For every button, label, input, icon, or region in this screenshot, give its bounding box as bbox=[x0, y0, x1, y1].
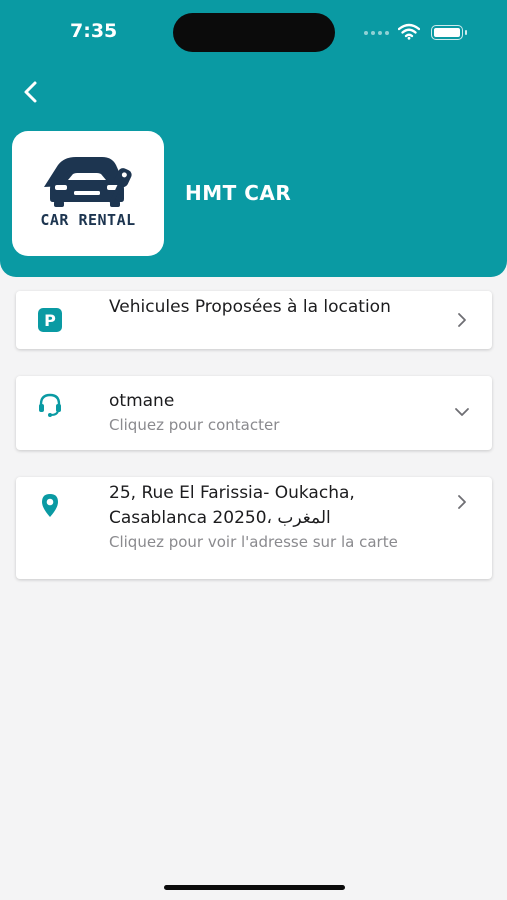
headset-icon bbox=[39, 393, 61, 417]
parking-icon: P bbox=[38, 308, 62, 332]
home-indicator[interactable] bbox=[164, 885, 345, 890]
car-key-icon bbox=[44, 157, 132, 207]
status-time: 7:35 bbox=[70, 20, 118, 42]
company-logo: CAR RENTAL bbox=[12, 131, 164, 256]
chevron-right-icon bbox=[458, 313, 466, 327]
address-subtitle: Cliquez pour voir l'adresse sur la carte bbox=[109, 533, 398, 551]
back-button[interactable] bbox=[18, 78, 46, 106]
vehicles-title: Vehicules Proposées à la location bbox=[109, 297, 391, 317]
address-list-item[interactable]: 25, Rue El Farissia- Oukacha, Casablanca… bbox=[16, 477, 492, 579]
chevron-right-icon bbox=[458, 495, 466, 509]
contact-subtitle: Cliquez pour contacter bbox=[109, 416, 280, 434]
vehicles-list-item[interactable]: P Vehicules Proposées à la location bbox=[16, 291, 492, 349]
address-text: 25, Rue El Farissia- Oukacha, Casablanca… bbox=[109, 483, 355, 528]
signal-icon bbox=[364, 31, 389, 35]
contact-name: otmane bbox=[109, 391, 175, 411]
company-name: HMT CAR bbox=[185, 181, 292, 205]
svg-text:P: P bbox=[44, 311, 56, 330]
location-pin-icon bbox=[42, 494, 58, 517]
dynamic-island bbox=[173, 13, 335, 52]
logo-text: CAR RENTAL bbox=[40, 211, 136, 229]
chevron-down-icon bbox=[455, 408, 469, 416]
wifi-icon bbox=[398, 23, 420, 40]
status-icons bbox=[362, 22, 472, 42]
header: 7:35 CAR RENTAL HMT CAR bbox=[0, 0, 507, 277]
battery-icon bbox=[431, 25, 467, 40]
contact-list-item[interactable]: otmane Cliquez pour contacter bbox=[16, 376, 492, 450]
